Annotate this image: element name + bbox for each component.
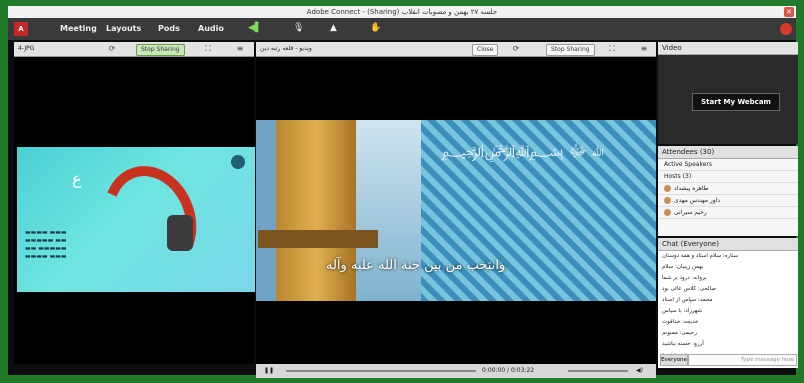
share-pod-left: 4-JPG ⟳ Stop Sharing ⛶ ≡ ع ▬▬▬▬ ▬▬▬ ▬▬▬▬▬… [14, 42, 255, 364]
chat-message: آرزو: خسته نباشید [662, 341, 704, 347]
user-icon [664, 209, 671, 216]
fullscreen-icon[interactable]: ⛶ [606, 44, 618, 54]
video-minaret [258, 120, 378, 301]
sync-icon[interactable]: ⟳ [510, 44, 522, 54]
active-speakers-label: Active Speakers [664, 161, 712, 168]
poster-figure [167, 215, 193, 251]
chat-message: بهمن زینیان: سلام [662, 264, 704, 270]
shared-poster-image: ع ▬▬▬▬ ▬▬▬ ▬▬▬▬▬ ▬▬ ▬▬ ▬▬▬▬▬ ▬▬▬▬ ▬▬▬ [17, 147, 255, 292]
menu-meeting[interactable]: Meeting [60, 24, 97, 33]
share-pod-left-title: 4-JPG [18, 45, 35, 52]
video-pod-title: Video [658, 42, 798, 55]
share-pod-video-title: ویدیو - قلعه رتبه دین [260, 45, 312, 52]
video-sky [356, 120, 421, 301]
attendees-pod-title: Attendees (30) [658, 146, 798, 159]
share-pod-video: ویدیو - قلعه رتبه دین Close ⟳ Stop Shari… [256, 42, 656, 378]
webcam-icon[interactable]: ▲ [330, 23, 337, 35]
chat-input[interactable]: Type message here [688, 354, 797, 366]
video-controls: ❚❚ 0:00:00 / 0:03:22 ◀) [256, 364, 656, 378]
microphone-icon[interactable]: 🎙 [293, 23, 304, 35]
volume-slider[interactable] [568, 370, 628, 372]
pod-menu-icon[interactable]: ≡ [638, 44, 650, 54]
chat-message: رحیمی: ممنونم [662, 330, 697, 336]
adobe-logo-icon: A [14, 22, 28, 36]
close-share-button[interactable]: Close [472, 44, 499, 56]
chat-tab-everyone[interactable]: Everyone [660, 354, 688, 366]
video-pod: Video Start My Webcam [658, 42, 798, 144]
sync-icon[interactable]: ⟳ [106, 44, 118, 54]
user-icon [664, 185, 671, 192]
pause-icon[interactable]: ❚❚ [264, 364, 274, 378]
attendee-name: داور مهندس مهدی [674, 197, 721, 204]
video-inscription: ﷽ ﷲ ﷻ [441, 141, 605, 160]
end-meeting-icon[interactable] [780, 23, 792, 35]
menu-pods[interactable]: Pods [158, 24, 180, 33]
chat-message: ستاره: سلام استاد و همه دوستان [662, 253, 739, 259]
hosts-group[interactable]: Hosts (3) [658, 171, 798, 183]
video-time: 0:00:00 / 0:03:22 [482, 367, 535, 374]
raise-hand-icon[interactable]: ✋ [370, 23, 381, 35]
chat-message: خدیجه: خداقوت [662, 319, 699, 325]
attendee-row[interactable]: رحیم سیرانی [658, 207, 798, 219]
menu-bar: A Meeting Layouts Pods Audio ◀▌ 🎙 ▲ ✋ [8, 18, 796, 40]
hosts-label: Hosts (3) [664, 173, 692, 180]
window-title: Adobe Connect - (Sharing) جلسه ۲۷ بهمن و… [306, 8, 498, 16]
chat-pod: Chat (Everyone) ستاره: سلام استاد و همه … [658, 238, 798, 368]
share-pod-left-header: 4-JPG ⟳ Stop Sharing ⛶ ≡ [14, 42, 254, 57]
poster-logo [231, 155, 245, 169]
speaker-icon[interactable]: ◀▌ [248, 23, 262, 35]
window-titlebar: Adobe Connect - (Sharing) جلسه ۲۷ بهمن و… [8, 6, 796, 18]
attendee-row[interactable]: داور مهندس مهدی [658, 195, 798, 207]
menu-layouts[interactable]: Layouts [106, 24, 141, 33]
start-webcam-button[interactable]: Start My Webcam [692, 93, 780, 111]
seek-bar[interactable] [286, 370, 476, 372]
attendee-name: طاهره پیشداد [674, 185, 709, 192]
poster-calligraphy: ع [72, 169, 82, 188]
attendee-name: رحیم سیرانی [674, 209, 707, 216]
chat-message: محمد: سپاس از استاد [662, 297, 713, 303]
chat-pod-title: Chat (Everyone) [658, 238, 798, 251]
fullscreen-icon[interactable]: ⛶ [202, 44, 214, 54]
stop-sharing-video-button[interactable]: Stop Sharing [546, 44, 595, 56]
pod-menu-icon[interactable]: ≡ [234, 44, 246, 54]
user-icon [664, 197, 671, 204]
video-frame: ﷽ ﷲ ﷻ وانتخب من بين جنة الله عليه وآله [256, 120, 656, 301]
attendee-row[interactable]: طاهره پیشداد [658, 183, 798, 195]
close-icon[interactable]: ✕ [784, 7, 794, 17]
chat-message: صالحی: کلاس عالی بود [662, 286, 716, 292]
stop-sharing-left-button[interactable]: Stop Sharing [136, 44, 185, 56]
active-speakers-row[interactable]: Active Speakers [658, 159, 798, 171]
video-subtitle: وانتخب من بين جنة الله عليه وآله [326, 258, 506, 273]
attendees-pod: Attendees (30) Active Speakers Hosts (3)… [658, 146, 798, 236]
menu-audio[interactable]: Audio [198, 24, 224, 33]
chat-message: شهرزاد: با سپاس [662, 308, 703, 314]
chat-message: پروانه: درود بر شما [662, 275, 707, 281]
share-pod-video-header: ویدیو - قلعه رتبه دین Close ⟳ Stop Shari… [256, 42, 656, 57]
poster-text: ▬▬▬▬ ▬▬▬ ▬▬▬▬▬ ▬▬ ▬▬ ▬▬▬▬▬ ▬▬▬▬ ▬▬▬ [25, 229, 67, 260]
volume-icon[interactable]: ◀) [636, 364, 643, 378]
video-tilework: ﷽ ﷲ ﷻ [421, 120, 656, 301]
